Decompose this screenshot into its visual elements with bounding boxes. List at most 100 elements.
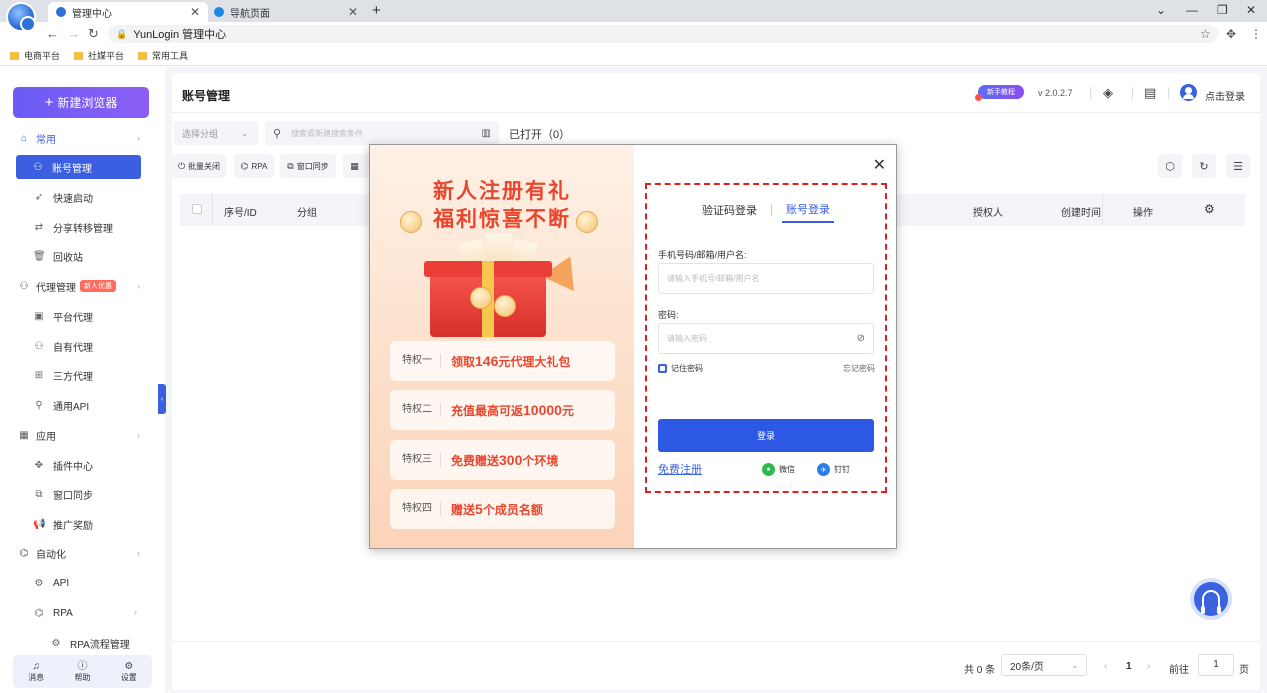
minimize-icon[interactable]: — (1186, 3, 1198, 17)
sidebar-item-third-proxy[interactable]: ⊞ 三方代理 (33, 365, 93, 385)
close-window-icon[interactable]: ✕ (1246, 3, 1256, 17)
tab-close-icon[interactable]: ✕ (348, 5, 358, 19)
sidebar-item-rpa[interactable]: ⌬ RPA (33, 603, 73, 623)
next-page-icon[interactable]: › (1147, 661, 1150, 672)
settings-button[interactable]: ⚙ 设置 (121, 661, 137, 683)
page-number[interactable]: 1 (1126, 661, 1132, 672)
chevron-right-icon: › (137, 430, 140, 440)
new-browser-button[interactable]: + 新建浏览器 (13, 87, 149, 118)
columns-icon[interactable]: ☰ (1226, 154, 1250, 178)
sidebar-collapse-handle[interactable]: ‹ (158, 384, 166, 414)
dingtalk-login-button[interactable]: ✈ 钉钉 (817, 463, 850, 476)
tab-favicon-icon (56, 7, 66, 17)
search-input[interactable]: ⚲ 搜索或新建搜索条件 ▥ (265, 121, 499, 145)
login-button[interactable]: 登录 (658, 419, 874, 452)
tutorial-badge[interactable]: 新手教程 (975, 85, 1024, 101)
browser-profile-avatar[interactable] (6, 2, 36, 32)
bookmark-social[interactable]: 社媒平台 (74, 49, 124, 62)
sidebar-item-account[interactable]: ⚇ 账号管理 (16, 155, 141, 179)
column-settings-icon[interactable]: ⚙ (1204, 202, 1215, 216)
login-form-highlight: 验证码登录 账号登录 手机号码/邮箱/用户名: 请输入手机号/邮箱/用户名 密码… (645, 183, 887, 493)
divider (1102, 194, 1103, 226)
platform-icon: ▣ (34, 310, 44, 322)
username-input[interactable]: 请输入手机号/邮箱/用户名 (658, 263, 874, 294)
sidebar-group-automation[interactable]: ⌬ 自动化 › (18, 543, 140, 563)
select-all-checkbox[interactable] (192, 204, 202, 214)
reload-icon[interactable]: ↻ (88, 26, 99, 42)
tab-code-login[interactable]: 验证码登录 (698, 202, 761, 222)
page-suffix: 页 (1239, 665, 1249, 676)
wechat-icon: ● (762, 463, 775, 476)
extensions-icon[interactable]: ✥ (1226, 27, 1236, 41)
tab-navigation-page[interactable]: 导航页面 ✕ (206, 2, 366, 22)
sidebar-item-platform-proxy[interactable]: ▣ 平台代理 (33, 306, 93, 326)
wechat-login-button[interactable]: ● 微信 (762, 463, 795, 476)
goto-page-input[interactable]: 1 (1198, 654, 1234, 676)
forward-icon[interactable]: → (67, 26, 80, 41)
power-icon: ⏻ (177, 160, 186, 171)
user-icon: ⚇ (33, 161, 43, 173)
refresh-icon[interactable]: ↻ (1192, 154, 1216, 178)
tab-account-login[interactable]: 账号登录 (782, 201, 834, 223)
sidebar-group-common[interactable]: ⌂ 常用 › (18, 128, 140, 148)
tab-management-center[interactable]: 管理中心 ✕ (48, 2, 208, 22)
group-select[interactable]: 选择分组 ⌄ (174, 121, 258, 145)
filter-grid-icon[interactable]: ▥ (482, 128, 491, 139)
sidebar-item-api[interactable]: ⚙ API (33, 573, 70, 593)
eye-off-icon[interactable]: ⊘ (857, 333, 865, 344)
sidebar-item-promotion[interactable]: 📢 推广奖励 (33, 514, 93, 534)
browser-tabbar: 管理中心 ✕ 导航页面 ✕ + ⌄ — ❐ ✕ (0, 0, 1267, 32)
sidebar-item-recycle[interactable]: 🗑 回收站 (33, 246, 83, 266)
bookmark-star-icon[interactable]: ☆ (1200, 27, 1211, 41)
sidebar-group-apps[interactable]: ▦ 应用 › (18, 425, 140, 445)
login-link[interactable]: 点击登录 (1205, 88, 1245, 103)
back-icon[interactable]: ← (46, 26, 59, 41)
menu-icon[interactable]: ⋮ (1250, 27, 1262, 41)
avatar[interactable] (1180, 84, 1197, 101)
rpa-button[interactable]: ⌬ RPA (234, 154, 274, 178)
bell-icon: ♫ (32, 660, 40, 672)
column-authorizer: 授权人 (973, 208, 1003, 219)
document-icon[interactable]: ▤ (1144, 85, 1156, 101)
network-icon: ⊞ (34, 369, 44, 381)
coin-illustration (494, 295, 516, 317)
window-sync-button[interactable]: ⧉ 窗口同步 (280, 154, 336, 178)
customer-support-button[interactable] (1190, 578, 1232, 620)
layers-icon[interactable]: ◈ (1103, 85, 1113, 101)
dingtalk-icon: ✈ (817, 463, 830, 476)
trash-icon: 🗑 (33, 250, 46, 262)
sidebar-item-rpa-flow[interactable]: ⚙ RPA流程管理 (50, 633, 130, 653)
column-created: 创建时间 (1061, 208, 1101, 219)
sidebar-item-window-sync[interactable]: ⧉ 窗口同步 (33, 484, 93, 504)
omnibox[interactable]: 🔒 YunLogin 管理中心 (108, 25, 1218, 43)
help-button[interactable]: ⓘ 帮助 (74, 661, 90, 683)
puzzle-icon: ✥ (34, 459, 44, 471)
maximize-icon[interactable]: ❐ (1217, 3, 1228, 17)
sidebar-item-own-proxy[interactable]: ⚇ 自有代理 (33, 336, 93, 356)
batch-close-button[interactable]: ⏻ 批量关闭 (172, 154, 226, 178)
sidebar-item-quick-start[interactable]: ➶ 快速启动 (33, 187, 93, 207)
page-size-select[interactable]: 20条/页 ⌄ (1001, 654, 1087, 676)
sidebar-bottom-tools: ♫ 消息 ⓘ 帮助 ⚙ 设置 (13, 655, 152, 688)
tag-icon[interactable]: ⬡ (1158, 154, 1182, 178)
gear-icon: ⚙ (124, 660, 134, 672)
password-input[interactable]: 请输入密码 ⊘ (658, 323, 874, 354)
divider (1168, 87, 1169, 99)
more-tools-button[interactable]: ▦ (343, 154, 369, 178)
forgot-password-link[interactable]: 忘记密码 (843, 363, 875, 374)
messages-button[interactable]: ♫ 消息 (28, 661, 44, 683)
close-icon[interactable]: ✕ (873, 155, 886, 175)
prev-page-icon[interactable]: ‹ (1104, 661, 1107, 672)
proxy-icon: ⚇ (19, 280, 29, 292)
sidebar-item-plugins[interactable]: ✥ 插件中心 (33, 455, 93, 475)
tab-search-chevron-icon[interactable]: ⌄ (1156, 3, 1166, 17)
bookmark-ecommerce[interactable]: 电商平台 (10, 49, 60, 62)
tab-close-icon[interactable]: ✕ (190, 5, 200, 19)
new-tab-icon[interactable]: + (372, 2, 381, 19)
bookmark-tools[interactable]: 常用工具 (138, 49, 188, 62)
sidebar-item-transfer[interactable]: ⇄ 分享转移管理 (33, 217, 113, 237)
sidebar-group-proxy[interactable]: ⚇ 代理管理 新人优惠 › (18, 276, 140, 296)
register-link[interactable]: 免费注册 (658, 461, 702, 477)
remember-password-checkbox[interactable]: 记住密码 (658, 363, 703, 374)
sidebar-item-api-proxy[interactable]: ⚲ 通用API (33, 395, 89, 415)
